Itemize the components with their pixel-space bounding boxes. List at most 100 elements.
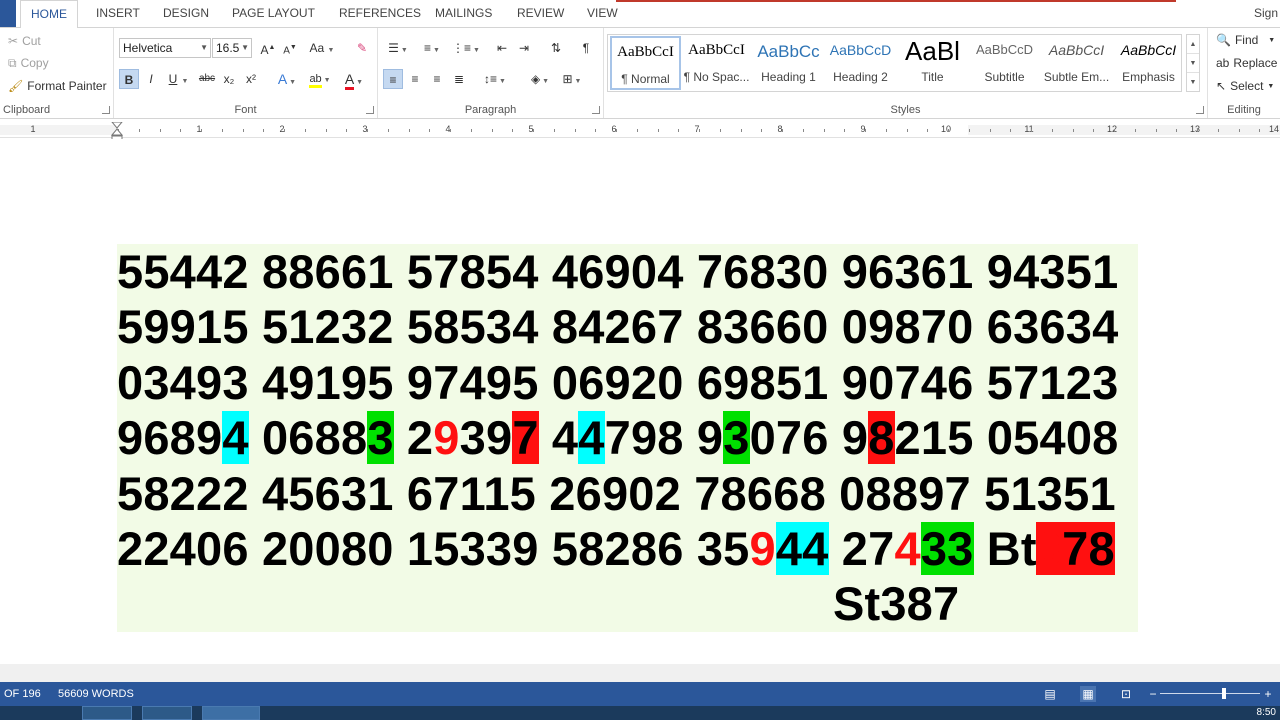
tab-view[interactable]: VIEW [577,0,628,27]
style-no-spacing[interactable]: AaBbCcI ¶ No Spac... [681,36,752,90]
gallery-more-icon[interactable]: ▼ [1187,73,1199,92]
ruler-tick [492,129,493,132]
styles-launcher-icon[interactable] [1196,106,1204,114]
tab-home[interactable]: HOME [20,0,78,28]
find-button[interactable]: 🔍 Find ▼ [1216,33,1275,47]
sort-button[interactable]: ⇅ [546,38,566,58]
ruler-tick [720,129,721,132]
font-launcher-icon[interactable] [366,106,374,114]
show-marks-button[interactable]: ¶ [576,38,596,58]
ruler-tick [180,129,181,132]
format-painter-button[interactable]: 🖌 Format Painter [8,79,107,93]
replace-button[interactable]: ab Replace [1216,56,1277,70]
word-count[interactable]: 56609 WORDS [58,682,134,706]
increase-indent-icon: ⇥ [518,41,530,55]
document-line: 58222 45631 67115 26902 78668 08897 5135… [117,466,1116,521]
change-case-button[interactable]: Aa ▼ [308,38,336,58]
sign-in-link[interactable]: Sign [1254,0,1280,27]
ruler-tick [409,129,410,132]
ruler-tick [637,129,638,132]
ruler-tick [1135,129,1136,132]
select-button[interactable]: ↖ Select ▼ [1216,79,1274,93]
style-preview: AaBbCcD [829,42,892,58]
read-mode-icon[interactable]: ▤ [1042,686,1058,702]
tab-page-layout[interactable]: PAGE LAYOUT [222,0,325,27]
highlight-button[interactable]: ab ▼ [306,69,334,89]
ruler-tick [1239,129,1240,132]
shrink-font-button[interactable]: A▼ [280,38,300,58]
style-preview: AaBbCc [757,42,820,61]
tab-design[interactable]: DESIGN [153,0,219,27]
font-color-button[interactable]: A ▼ [340,69,368,90]
text-effects-button[interactable]: A ▼ [274,69,300,89]
clipboard-group-label: Clipboard [3,104,51,116]
gallery-down-icon[interactable]: ▼ [1187,54,1199,73]
ruler-tick [1218,129,1219,132]
style-name: ¶ No Spac... [683,70,750,84]
decrease-indent-button[interactable]: ⇤ [492,38,512,58]
justify-button[interactable]: ≣ [449,69,469,89]
tab-insert[interactable]: INSERT [86,0,150,27]
zoom-out-button[interactable]: − [1145,686,1161,702]
document-line: St387 [117,576,959,631]
shading-button[interactable]: ◈ ▼ [526,69,554,89]
zoom-in-button[interactable]: + [1260,686,1276,702]
text-run: 22406 20080 15339 58286 35 [117,522,750,575]
clock[interactable]: 8:50 [1257,706,1276,720]
grow-font-button[interactable]: A▲ [258,38,278,58]
bold-button[interactable]: B [119,69,139,89]
ruler-tick [1156,129,1157,132]
tab-review[interactable]: REVIEW [507,0,574,27]
paragraph-launcher-icon[interactable] [592,106,600,114]
clipboard-launcher-icon[interactable] [102,106,110,114]
style-heading-1[interactable]: AaBbCc Heading 1 [753,36,824,90]
text-run: 33 [920,522,974,575]
borders-button[interactable]: ⊞ ▼ [558,69,586,89]
style-heading-2[interactable]: AaBbCcD Heading 2 [825,36,896,90]
numbering-button[interactable]: ≡ ▼ [418,38,446,58]
media-player-icon[interactable] [142,706,192,720]
ruler-tick [969,129,970,132]
superscript-button[interactable]: x² [241,69,261,89]
file-explorer-icon[interactable] [82,706,132,720]
file-tab[interactable] [0,0,16,27]
italic-button[interactable]: I [141,69,161,89]
line-spacing-button[interactable]: ↕≡ ▼ [481,69,509,89]
page-count[interactable]: OF 196 [4,682,41,706]
font-size-combo[interactable]: 16.5 ▼ [212,38,252,58]
clipboard-group: ✂ Cut ⧉ Copy 🖌 Format Painter Clipboard [0,28,114,118]
font-name-combo[interactable]: Helvetica ▼ [119,38,211,58]
increase-indent-button[interactable]: ⇥ [514,38,534,58]
style-subtitle[interactable]: AaBbCcD Subtitle [969,36,1040,90]
horizontal-ruler[interactable]: 1 1 2 3 4 5 6 7 8 9 10 11 12 13 14 [0,120,1280,138]
style-emphasis[interactable]: AaBbCcI Emphasis [1113,36,1184,90]
clear-formatting-button[interactable]: ✎ [352,38,372,58]
style-normal[interactable]: AaBbCcI ¶ Normal [610,36,681,90]
web-layout-icon[interactable]: ⊡ [1118,686,1134,702]
tab-mailings[interactable]: MAILINGS [425,0,502,27]
print-layout-icon[interactable]: ▦ [1080,686,1096,702]
browser-icon[interactable] [28,706,64,720]
align-right-button[interactable]: ≡ [427,69,447,89]
document-line: 55442 88661 57854 46904 76830 96361 9435… [117,244,1118,299]
style-subtle-emphasis[interactable]: AaBbCcI Subtle Em... [1041,36,1112,90]
cut-button[interactable]: ✂ Cut [8,34,41,48]
word-app-icon[interactable] [202,706,260,720]
style-preview: AaBbCcI [617,44,674,60]
zoom-slider-thumb[interactable] [1222,688,1226,699]
subscript-button[interactable]: x₂ [219,69,239,89]
ruler-tick [263,129,264,132]
style-preview: AaBbCcI [1120,42,1177,58]
document-area[interactable]: 55442 88661 57854 46904 76830 96361 9435… [0,139,1280,682]
align-left-button[interactable]: ≡ [383,69,403,89]
tab-references[interactable]: REFERENCES [329,0,431,27]
underline-dropdown[interactable]: ▼ [180,69,190,89]
bullets-button[interactable]: ☰ ▼ [384,38,412,58]
style-title[interactable]: AaBl Title [897,36,968,90]
gallery-up-icon[interactable]: ▲ [1187,35,1199,54]
zoom-slider-track[interactable] [1160,693,1260,694]
multilevel-list-button[interactable]: ⋮≡ ▼ [452,38,480,58]
strikethrough-button[interactable]: abc [197,69,217,89]
align-center-button[interactable]: ≡ [405,69,425,89]
copy-button[interactable]: ⧉ Copy [8,56,49,70]
